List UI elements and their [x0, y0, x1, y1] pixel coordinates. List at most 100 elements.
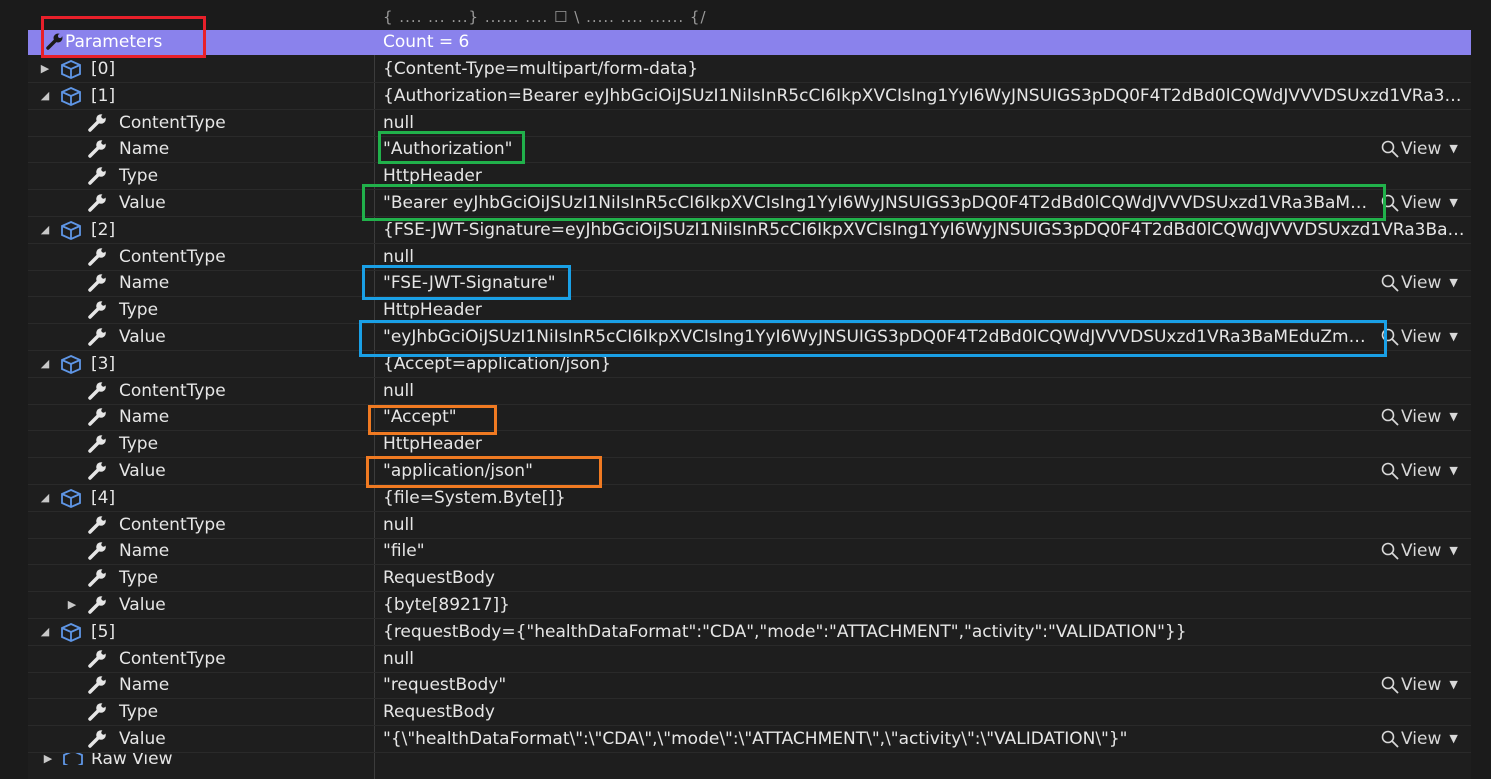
property-row[interactable]: Type RequestBody: [28, 565, 1471, 592]
debugger-watch-grid: Parameters Count = 6 ▶ [0] {Content-Type=m…: [28, 30, 1471, 779]
row-name-label: [4]: [91, 488, 116, 508]
expander-down-icon[interactable]: ◢: [38, 485, 52, 511]
view-button[interactable]: View ▼: [1381, 726, 1458, 752]
property-row[interactable]: ContentType null: [28, 244, 1471, 271]
row-value: "{\"healthDataFormat\":\"CDA\",\"mode\":…: [383, 729, 1128, 749]
wrench-icon: [88, 328, 106, 346]
tree-item-row[interactable]: ◢ [3] {Accept=application/json}: [28, 351, 1471, 378]
clipped-expression-text: { .... ... ...} ...... .... ☐ \ ..... ..…: [383, 8, 707, 26]
expander-down-icon[interactable]: ◢: [38, 619, 52, 645]
chevron-down-icon[interactable]: ▼: [1449, 672, 1457, 698]
tree-item-row[interactable]: ▶ [0] {Content-Type=multipart/form-data}: [28, 56, 1471, 83]
top-strip: { .... ... ...} ...... .... ☐ \ ..... ..…: [0, 0, 1491, 30]
property-row[interactable]: Name "requestBody" View ▼: [28, 672, 1471, 699]
wrench-icon: [88, 516, 106, 534]
expander-down-icon[interactable]: ◢: [38, 83, 52, 109]
row-name-label: Type: [119, 702, 159, 722]
wrench-icon: [88, 542, 106, 560]
view-button[interactable]: View ▼: [1381, 324, 1458, 350]
view-button[interactable]: View ▼: [1381, 538, 1458, 564]
expander-right-icon[interactable]: ▶: [65, 592, 79, 618]
property-row[interactable]: Value "eyJhbGciOiJSUzI1NiIsInR5cCI6IkpXVC…: [28, 324, 1471, 351]
wrench-icon: [88, 596, 106, 614]
property-row[interactable]: Type HttpHeader: [28, 431, 1471, 458]
property-row[interactable]: ContentType null: [28, 646, 1471, 673]
header-name-cell: Parameters: [28, 30, 374, 55]
raw-view-row[interactable]: ▶ Raw View: [28, 753, 1471, 765]
row-name-label: Name: [119, 675, 170, 695]
property-row[interactable]: ContentType null: [28, 110, 1471, 137]
wrench-icon: [88, 194, 106, 212]
view-button[interactable]: View ▼: [1381, 672, 1458, 698]
chevron-down-icon[interactable]: ▼: [1449, 726, 1457, 752]
row-name-label: Value: [119, 193, 166, 213]
property-row[interactable]: Name "Accept" View ▼: [28, 404, 1471, 431]
magnifier-icon: [1381, 462, 1399, 480]
tree-item-row[interactable]: ◢ [1] {Authorization=Bearer eyJhbGciOiJSUz…: [28, 83, 1471, 110]
property-row[interactable]: Value "application/json" View ▼: [28, 458, 1471, 485]
view-button[interactable]: View ▼: [1381, 270, 1458, 296]
wrench-icon: [88, 274, 106, 292]
property-row[interactable]: ContentType null: [28, 512, 1471, 539]
row-name-label: [0]: [91, 59, 116, 79]
expander-right-icon[interactable]: ▶: [41, 753, 55, 765]
chevron-down-icon[interactable]: ▼: [1449, 270, 1457, 296]
view-button[interactable]: View ▼: [1381, 404, 1458, 430]
property-row[interactable]: Name "file" View ▼: [28, 538, 1471, 565]
row-name-label: Type: [119, 166, 159, 186]
property-row[interactable]: Type HttpHeader: [28, 297, 1471, 324]
cube-icon: [61, 489, 81, 508]
chevron-down-icon[interactable]: ▼: [1449, 136, 1457, 162]
header-value: Count = 6: [383, 32, 470, 52]
expander-down-icon[interactable]: ◢: [38, 217, 52, 243]
row-value: null: [383, 381, 414, 401]
row-value: null: [383, 247, 414, 267]
wrench-icon: [88, 730, 106, 748]
row-name-label: [3]: [91, 354, 116, 374]
row-name-label: Type: [119, 300, 159, 320]
chevron-down-icon[interactable]: ▼: [1449, 324, 1457, 350]
parameters-header-row[interactable]: Parameters Count = 6: [28, 30, 1471, 55]
property-row[interactable]: ▶ Value {byte[89217]}: [28, 592, 1471, 619]
property-row[interactable]: Name "FSE-JWT-Signature" View ▼: [28, 270, 1471, 297]
wrench-icon: [88, 676, 106, 694]
row-value: "requestBody": [383, 675, 507, 695]
property-row[interactable]: Type RequestBody: [28, 699, 1471, 726]
view-label: View: [1401, 139, 1442, 159]
view-button[interactable]: View ▼: [1381, 190, 1458, 216]
row-value: "file": [383, 541, 425, 561]
tree-item-row[interactable]: ◢ [5] {requestBody={"healthDataFormat":"CD…: [28, 619, 1471, 646]
property-row[interactable]: Type HttpHeader: [28, 163, 1471, 190]
right-edge: [1471, 30, 1491, 779]
row-name-label: Name: [119, 273, 170, 293]
view-label: View: [1401, 193, 1442, 213]
wrench-icon: [88, 167, 106, 185]
row-value: {byte[89217]}: [383, 595, 510, 615]
property-row[interactable]: Value "{\"healthDataFormat\":\"CDA\",\"mo…: [28, 726, 1471, 753]
tree-item-row[interactable]: ◢ [4] {file=System.Byte[]}: [28, 485, 1471, 512]
row-name-label: ContentType: [119, 381, 226, 401]
row-name-label: [1]: [91, 86, 116, 106]
raw-view-label: Raw View: [91, 753, 173, 765]
view-button[interactable]: View ▼: [1381, 136, 1458, 162]
property-row[interactable]: ContentType null: [28, 378, 1471, 405]
chevron-down-icon[interactable]: ▼: [1449, 404, 1457, 430]
view-button[interactable]: View ▼: [1381, 458, 1458, 484]
tree-item-row[interactable]: ◢ [2] {FSE-JWT-Signature=eyJhbGciOiJSUzI1N…: [28, 217, 1471, 244]
property-row[interactable]: Value "Bearer eyJhbGciOiJSUzI1NiIsInR5cCI…: [28, 190, 1471, 217]
chevron-down-icon[interactable]: ▼: [1449, 538, 1457, 564]
row-name-label: Type: [119, 434, 159, 454]
cube-icon: [61, 60, 81, 79]
chevron-down-icon[interactable]: ▼: [1449, 458, 1457, 484]
property-row[interactable]: Name "Authorization" View ▼: [28, 136, 1471, 163]
row-value: "Bearer eyJhbGciOiJSUzI1NiIsInR5cCI6IkpX…: [383, 193, 1368, 213]
wrench-icon: [46, 33, 63, 50]
expander-right-icon[interactable]: ▶: [38, 56, 52, 82]
row-value: "FSE-JWT-Signature": [383, 273, 556, 293]
wrench-icon: [88, 382, 106, 400]
magnifier-icon: [1381, 676, 1399, 694]
row-value: "application/json": [383, 461, 533, 481]
expander-down-icon[interactable]: ◢: [38, 351, 52, 377]
chevron-down-icon[interactable]: ▼: [1449, 190, 1457, 216]
row-value: null: [383, 649, 414, 669]
